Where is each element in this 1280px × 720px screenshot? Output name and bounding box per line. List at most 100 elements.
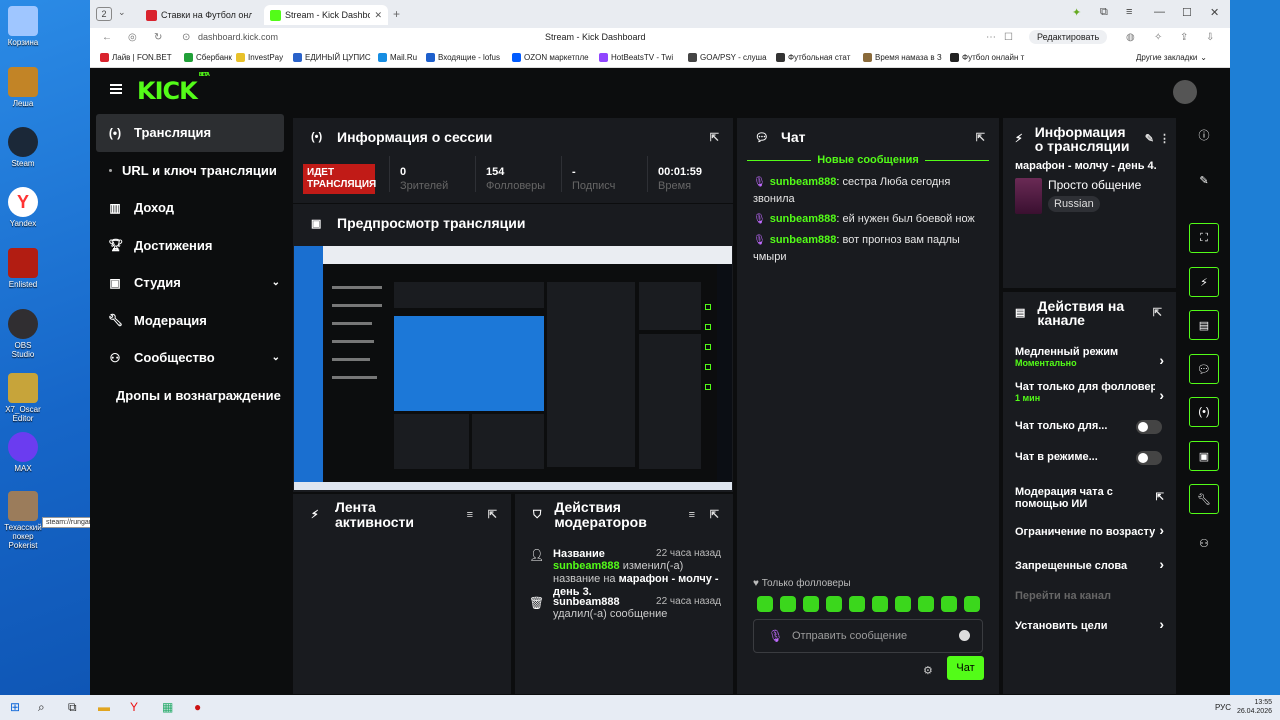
- action-subs-only[interactable]: Чат только для...: [1003, 416, 1176, 451]
- tab-count[interactable]: 2: [96, 7, 112, 21]
- emote-icon[interactable]: [826, 596, 842, 612]
- bookmark-icon[interactable]: ☐: [1004, 32, 1013, 43]
- sidebar-item-community[interactable]: ⚇ Сообщество ⌄: [90, 339, 290, 377]
- sidebar-item-broadcast[interactable]: (•) Трансляция: [96, 114, 284, 152]
- chat-icon[interactable]: 💬︎: [1189, 354, 1219, 384]
- globe-icon[interactable]: ◍: [1126, 32, 1135, 43]
- gear-icon[interactable]: ⚙: [923, 664, 933, 677]
- url-field[interactable]: dashboard.kick.com: [198, 32, 278, 42]
- bookmark-item[interactable]: InvestPay: [236, 53, 283, 62]
- sidebar-item-studio[interactable]: ▣ Студия ⌄: [90, 264, 290, 302]
- other-bookmarks[interactable]: Другие закладки ⌄: [1136, 53, 1207, 62]
- calculator-icon[interactable]: ▦: [162, 700, 173, 714]
- bookmark-item[interactable]: Футбольная стат: [776, 53, 850, 62]
- action-chat-mode[interactable]: Чат в режиме...: [1003, 451, 1176, 486]
- stream-preview-video[interactable]: [294, 246, 732, 490]
- desktop-icon-x7-oscar[interactable]: X7_Oscar Editor: [4, 373, 42, 423]
- clip-icon[interactable]: ⛶: [1189, 223, 1219, 253]
- desktop-icon-yandex[interactable]: Y Yandex: [4, 187, 42, 228]
- bookmark-item[interactable]: OZON маркетпле: [512, 53, 589, 62]
- more-icon[interactable]: ⋮: [1159, 132, 1170, 146]
- task-view-icon[interactable]: ⧉: [68, 700, 77, 715]
- edit-button[interactable]: Редактировать: [1029, 30, 1108, 44]
- action-age-restriction[interactable]: Ограничение по возрасту ›: [1003, 522, 1176, 560]
- user-avatar[interactable]: [1173, 80, 1197, 104]
- emote-icon[interactable]: [964, 596, 980, 612]
- emote-icon[interactable]: [780, 596, 796, 612]
- bookmark-item[interactable]: Лайв | FON.BET: [100, 53, 172, 62]
- desktop-icon-enlisted[interactable]: Enlisted: [4, 248, 42, 289]
- close-window-icon[interactable]: ✕: [1210, 6, 1219, 19]
- collections-icon[interactable]: ⧉: [1100, 6, 1108, 19]
- emote-icon[interactable]: [757, 596, 773, 612]
- tabs-chevron-icon[interactable]: ⌄: [118, 7, 126, 18]
- send-chat-button[interactable]: Чат: [947, 656, 984, 680]
- system-clock[interactable]: 13:55 26.04.2026: [1237, 698, 1272, 716]
- hamburger-menu-icon[interactable]: [110, 84, 122, 94]
- sidebar-item-achievements[interactable]: 🏆︎ Достижения: [90, 227, 290, 265]
- emote-icon[interactable]: [941, 596, 957, 612]
- action-followers-only[interactable]: Чат только для фолловеров 1 мин ›: [1003, 381, 1176, 416]
- desktop-icon-pokerist[interactable]: Техасский покер Pokerist: [4, 491, 42, 550]
- yandex-home-icon[interactable]: ◎: [128, 32, 137, 43]
- search-icon[interactable]: ⌕: [38, 700, 45, 715]
- filter-icon[interactable]: ≡: [467, 508, 473, 523]
- extensions-icon[interactable]: ✧: [1154, 32, 1162, 43]
- sidebar-item-url-key[interactable]: URL и ключ трансляции: [90, 152, 290, 190]
- new-tab-button[interactable]: +: [393, 7, 400, 21]
- sidebar-item-income[interactable]: ▥ Доход: [90, 189, 290, 227]
- share-icon[interactable]: ⇪: [1180, 32, 1188, 43]
- more-icon[interactable]: ⋯: [986, 32, 996, 43]
- action-ai-moderation[interactable]: Модерация чата с помощью ИИ ⇱: [1003, 486, 1176, 526]
- reload-icon[interactable]: ↻: [154, 32, 162, 43]
- extension-icon[interactable]: ✦: [1072, 6, 1081, 19]
- popout-icon[interactable]: ⇱: [488, 508, 497, 523]
- emote-icon[interactable]: [872, 596, 888, 612]
- subs-only-toggle[interactable]: [1136, 420, 1162, 434]
- broadcast-icon[interactable]: (•): [1189, 397, 1219, 427]
- popout-icon[interactable]: ⇱: [1153, 306, 1162, 320]
- desktop-icon-steam[interactable]: Steam: [4, 127, 42, 168]
- bookmark-item[interactable]: Сбербанк: [184, 53, 232, 62]
- language-indicator[interactable]: РУС: [1215, 703, 1231, 712]
- sidebar-item-moderation[interactable]: 🔧︎ Модерация: [90, 302, 290, 340]
- filter-icon[interactable]: ≡: [689, 508, 695, 523]
- emote-icon[interactable]: [849, 596, 865, 612]
- edit-icon[interactable]: ✎: [1189, 165, 1219, 195]
- popout-icon[interactable]: ⇱: [976, 131, 985, 144]
- bookmark-item[interactable]: GOA/PSY - слуша: [688, 53, 767, 62]
- kick-logo[interactable]: KICKBETA: [137, 72, 210, 105]
- community-icon[interactable]: ⚇: [1189, 528, 1219, 558]
- emote-icon[interactable]: [918, 596, 934, 612]
- maximize-icon[interactable]: ☐: [1182, 6, 1192, 19]
- back-icon[interactable]: ←: [102, 32, 112, 43]
- bookmark-item[interactable]: Время намаза в З: [863, 53, 942, 62]
- bookmark-item[interactable]: HotBeatsTV - Twi: [599, 53, 673, 62]
- explorer-icon[interactable]: ▬: [98, 700, 110, 714]
- action-banned-words[interactable]: Запрещенные слова ›: [1003, 556, 1176, 590]
- tab-fonbet[interactable]: Ставки на Футбол онлайн: [140, 5, 258, 25]
- desktop-icon-recycle-bin[interactable]: Корзина: [4, 6, 42, 47]
- close-tab-icon[interactable]: ✕: [374, 10, 382, 21]
- document-icon[interactable]: ▤: [1189, 310, 1219, 340]
- sidebar-item-drops[interactable]: Дропы и вознаграждение: [90, 377, 290, 415]
- chat-input[interactable]: 🎙︎ Отправить сообщение: [753, 619, 983, 653]
- wrench-icon[interactable]: 🔧︎: [1189, 484, 1219, 514]
- bookmark-item[interactable]: ЕДИНЫЙ ЦУПИС: [293, 53, 371, 62]
- studio-icon[interactable]: ▣: [1189, 441, 1219, 471]
- windows-start-icon[interactable]: ⊞: [10, 700, 20, 714]
- bookmark-item[interactable]: Футбол онлайн т: [950, 53, 1024, 62]
- action-slow-mode[interactable]: Медленный режим Моментально ›: [1003, 346, 1176, 381]
- emote-icon[interactable]: [803, 596, 819, 612]
- bookmark-item[interactable]: Mail.Ru: [378, 53, 417, 62]
- action-set-goals[interactable]: Установить цели ›: [1003, 616, 1176, 650]
- chat-mode-toggle[interactable]: [1136, 451, 1162, 465]
- app-icon[interactable]: ●: [194, 700, 201, 714]
- bolt-icon[interactable]: ⚡︎: [1189, 267, 1219, 297]
- menu-icon[interactable]: ≡: [1126, 6, 1132, 18]
- desktop-icon-max[interactable]: MAX: [4, 432, 42, 473]
- emoji-icon[interactable]: [959, 630, 970, 641]
- popout-icon[interactable]: ⇱: [710, 508, 719, 523]
- desktop-icon-lesha[interactable]: Леша: [4, 67, 42, 108]
- yandex-browser-icon[interactable]: Y: [130, 700, 138, 714]
